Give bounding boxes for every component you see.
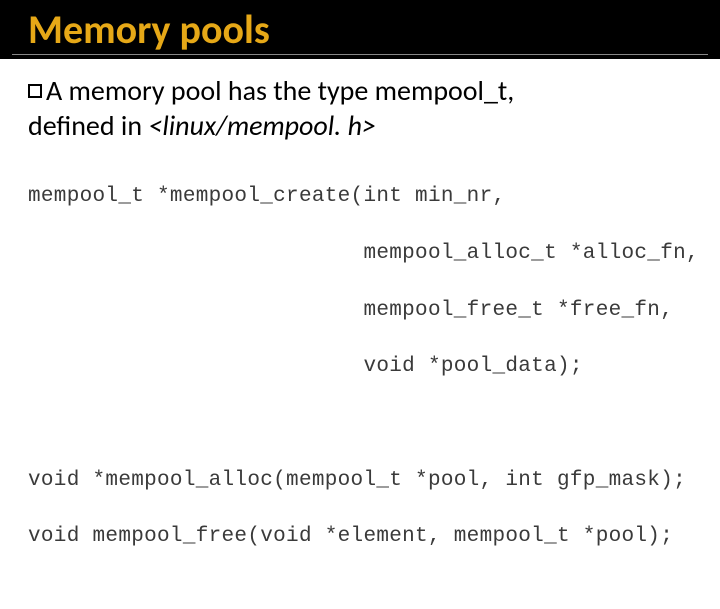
slide-title: Memory pools xyxy=(0,8,720,52)
code-line: void *mempool_alloc(mempool_t *pool, int… xyxy=(28,467,692,495)
title-band: Memory pools xyxy=(0,0,720,59)
bullet-lead: A xyxy=(46,73,62,108)
bullet-text-2-pre: defined in xyxy=(28,108,148,143)
title-underline xyxy=(12,54,708,55)
code-line: mempool_alloc_t *alloc_fn, xyxy=(28,240,692,268)
bullet-item: A memory pool has the type mempool_t, de… xyxy=(28,73,692,143)
bullet-text-1: memory pool has the type mempool_t, xyxy=(62,73,514,108)
bullet-text-2-italic: <linux/mempool. h> xyxy=(148,108,376,143)
code-line: void mempool_free(void *element, mempool… xyxy=(28,523,692,551)
code-line: void *pool_data); xyxy=(28,353,692,381)
code-line: mempool_t *mempool_create(int min_nr, xyxy=(28,183,692,211)
square-bullet-icon xyxy=(28,84,42,98)
body-area: A memory pool has the type mempool_t, de… xyxy=(0,59,720,609)
code-line: mempool_free_t *free_fn, xyxy=(28,297,692,325)
code-block: mempool_t *mempool_create(int min_nr, me… xyxy=(28,155,692,609)
